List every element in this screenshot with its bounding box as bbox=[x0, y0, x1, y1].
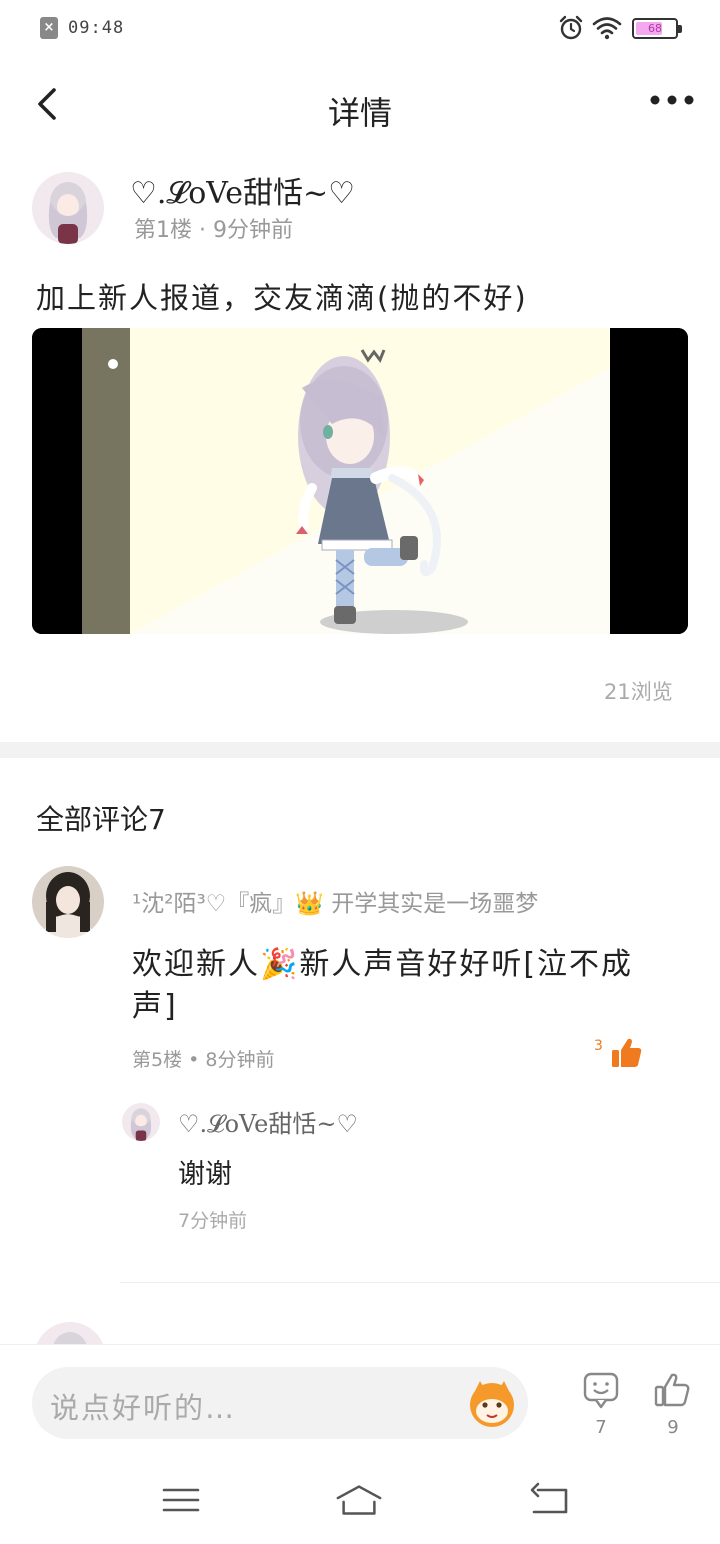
home-icon[interactable] bbox=[334, 1480, 384, 1520]
close-notification-icon: × bbox=[40, 17, 58, 39]
comment-bubble-icon bbox=[583, 1372, 619, 1409]
comment-like-button[interactable]: 3 bbox=[594, 1036, 650, 1072]
more-options-icon[interactable] bbox=[646, 90, 698, 110]
wifi-icon bbox=[592, 17, 622, 40]
view-count: 21浏览 bbox=[604, 680, 673, 704]
battery-cap bbox=[678, 25, 682, 33]
system-nav-bar bbox=[0, 1460, 720, 1544]
comments-action[interactable]: 7 bbox=[576, 1369, 626, 1439]
status-bar: × 09:48 68 bbox=[0, 0, 720, 58]
reply-meta: 7分钟前 bbox=[178, 1210, 248, 1232]
battery-indicator: 68 bbox=[632, 18, 678, 39]
nav-header: 详情 bbox=[0, 60, 720, 150]
battery-level: 68 bbox=[648, 22, 662, 35]
menu-icon[interactable] bbox=[156, 1480, 206, 1520]
comment-count: 7 bbox=[595, 1417, 607, 1438]
reply-author-name[interactable]: ♡.𝓛oVe甜恬~♡ bbox=[178, 1104, 358, 1139]
bottom-action-bar: 说点好听的… 7 9 bbox=[0, 1344, 720, 1454]
status-time: 09:48 bbox=[68, 18, 125, 38]
like-count: 9 bbox=[667, 1417, 679, 1438]
comment-input[interactable]: 说点好听的… bbox=[32, 1367, 528, 1439]
post-image[interactable] bbox=[32, 328, 688, 634]
thumbs-up-outline-icon bbox=[654, 1373, 690, 1407]
comments-title: 全部评论7 bbox=[36, 803, 166, 836]
section-divider bbox=[0, 742, 720, 758]
comment-input-placeholder: 说点好听的… bbox=[50, 1391, 237, 1425]
comment-like-count: 3 bbox=[594, 1038, 603, 1054]
comment-text: 欢迎新人🎉新人声音好好听[泣不成声] bbox=[132, 947, 634, 1024]
post-text: 加上新人报道，交友滴滴(抛的不好) bbox=[36, 281, 528, 315]
post-author-avatar[interactable] bbox=[32, 172, 104, 244]
page-title: 详情 bbox=[327, 94, 392, 132]
alarm-icon bbox=[559, 15, 583, 40]
comment-author-name[interactable]: ¹沈²陌³♡『疯』👑 开学其实是一场噩梦 bbox=[132, 884, 538, 918]
reply-text: 谢谢 bbox=[178, 1159, 232, 1190]
comment-author-avatar[interactable] bbox=[32, 866, 104, 938]
post-author-name[interactable]: ♡.𝓛oVe甜恬~♡ bbox=[130, 168, 355, 212]
back-icon[interactable] bbox=[526, 1480, 576, 1520]
like-action[interactable]: 9 bbox=[648, 1369, 698, 1439]
thumbs-up-icon bbox=[612, 1038, 642, 1067]
post-meta: 第1楼 · 9分钟前 bbox=[134, 218, 293, 243]
emoji-icon[interactable] bbox=[464, 1375, 520, 1431]
reply-author-avatar[interactable] bbox=[122, 1103, 160, 1141]
comment-divider bbox=[120, 1282, 720, 1283]
comment-meta: 第5楼 • 8分钟前 bbox=[132, 1049, 275, 1071]
